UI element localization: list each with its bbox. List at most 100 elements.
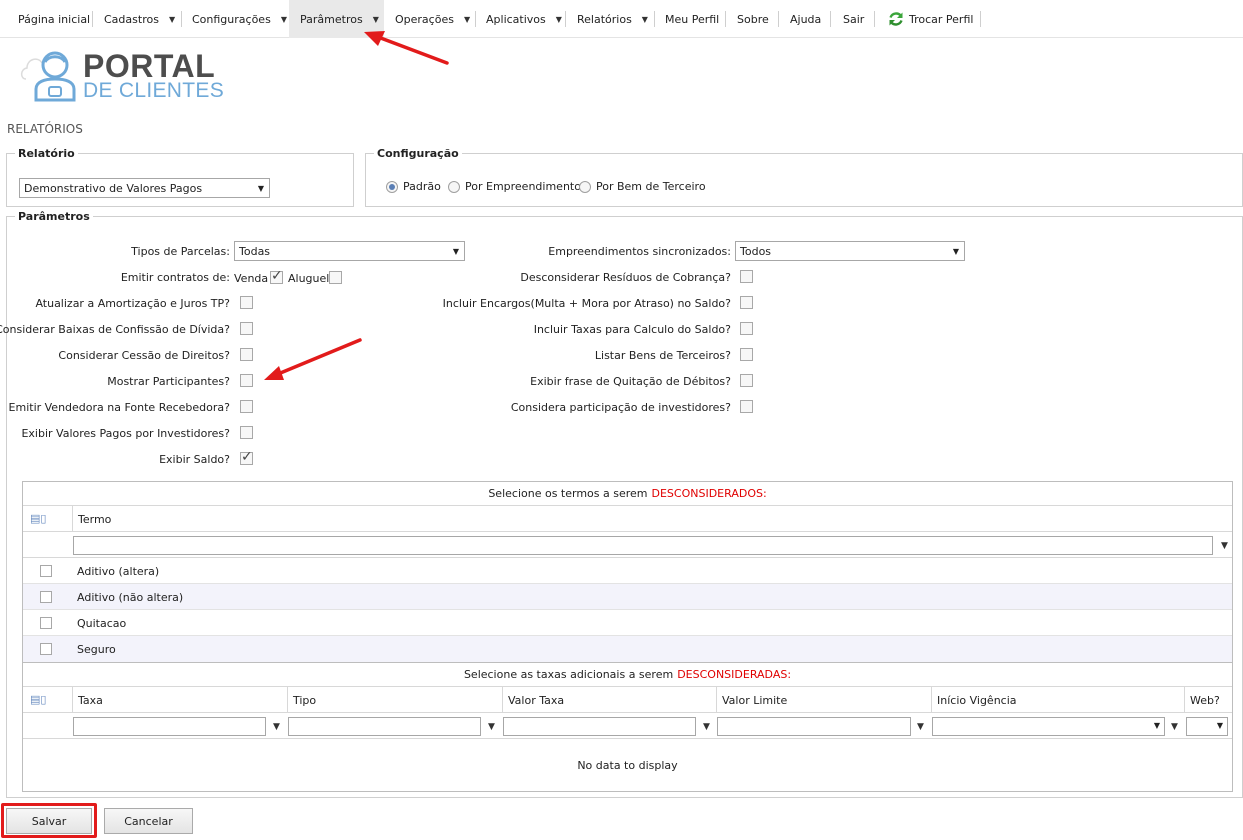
row-checkbox[interactable]	[40, 565, 52, 577]
taxes-grid-header: ▤▯ Taxa Tipo Valor Taxa Valor Limite Iní…	[23, 687, 1232, 713]
menu-separator	[654, 11, 655, 27]
menu-aplicativos[interactable]: Aplicativos ▼	[486, 0, 562, 38]
cancel-button[interactable]: Cancelar	[104, 808, 193, 834]
menu-separator	[980, 11, 981, 27]
radio-padrao[interactable]: Padrão	[386, 180, 441, 193]
menu-trocar-perfil[interactable]: Trocar Perfil	[888, 0, 973, 38]
menu-sobre[interactable]: Sobre	[737, 0, 769, 38]
termo-filter-input[interactable]	[73, 536, 1213, 555]
tipos-parcelas-select[interactable]: Todas ▼	[234, 241, 465, 261]
column-chooser-icon[interactable]: ▤▯	[30, 512, 46, 525]
menu-separator	[830, 11, 831, 27]
mostrar-participantes-checkbox[interactable]	[240, 374, 253, 387]
inicio-vigencia-filter-input[interactable]: ▼	[932, 717, 1165, 736]
baixas-confissao-checkbox[interactable]	[240, 322, 253, 335]
empreendimentos-select[interactable]: Todos ▼	[735, 241, 965, 261]
residuos-cobranca-checkbox[interactable]	[740, 270, 753, 283]
param-left-label: Exibir Saldo?	[159, 453, 230, 466]
empty-message: No data to display	[577, 759, 678, 772]
row-checkbox[interactable]	[40, 643, 52, 655]
tipos-parcelas-label: Tipos de Parcelas:	[131, 245, 230, 258]
venda-checkbox[interactable]	[270, 268, 283, 284]
incluir-taxas-checkbox[interactable]	[740, 322, 753, 335]
venda-label: Venda	[234, 272, 269, 285]
menu-separator	[475, 11, 476, 27]
table-row[interactable]: Aditivo (altera)	[23, 558, 1232, 584]
refresh-icon	[889, 12, 903, 26]
menu-operacoes[interactable]: Operações ▼	[395, 0, 470, 38]
filter-icon[interactable]: ▼	[1221, 541, 1228, 551]
column-header-taxa[interactable]: Taxa	[72, 687, 287, 713]
report-legend: Relatório	[18, 147, 75, 160]
menu-separator	[92, 11, 93, 27]
atualizar-amortizacao-checkbox[interactable]	[240, 296, 253, 309]
menu-meu-perfil[interactable]: Meu Perfil	[665, 0, 719, 38]
valor-limite-filter-input[interactable]	[717, 717, 911, 736]
param-left-label: Atualizar a Amortização e Juros TP?	[35, 297, 230, 310]
emitir-vendedora-checkbox[interactable]	[240, 400, 253, 413]
param-right-label: Considera participação de investidores?	[510, 401, 731, 414]
participacao-investidores-checkbox[interactable]	[740, 400, 753, 413]
web-filter-select[interactable]: ▼	[1186, 717, 1228, 736]
radio-por-bem-terceiro[interactable]: Por Bem de Terceiro	[579, 180, 706, 193]
filter-icon[interactable]: ▼	[703, 722, 710, 732]
param-right-label: Incluir Taxas para Calculo do Saldo?	[533, 323, 731, 336]
terms-grid-title: Selecione os termos a serem DESCONSIDERAD…	[23, 482, 1232, 506]
filter-icon[interactable]: ▼	[917, 722, 924, 732]
column-header-inicio-vigencia[interactable]: Início Vigência	[931, 687, 1184, 713]
param-left-label: Mostrar Participantes?	[107, 375, 230, 388]
terms-grid-header: ▤▯ Termo	[23, 506, 1232, 532]
table-row[interactable]: Seguro	[23, 636, 1232, 662]
listar-bens-checkbox[interactable]	[740, 348, 753, 361]
column-header-valor-taxa[interactable]: Valor Taxa	[502, 687, 716, 713]
valores-investidores-checkbox[interactable]	[240, 426, 253, 439]
params-legend: Parâmetros	[18, 210, 90, 223]
report-fieldset: Relatório	[6, 147, 354, 207]
menu-separator	[181, 11, 182, 27]
filter-icon[interactable]: ▼	[273, 722, 280, 732]
terms-filter-row: ▼	[23, 532, 1232, 558]
menu-sair[interactable]: Sair	[843, 0, 864, 38]
menu-parametros[interactable]: Parâmetros ▼	[289, 0, 384, 38]
aluguel-checkbox[interactable]	[329, 271, 342, 284]
client-avatar-icon	[20, 51, 76, 102]
column-header-web[interactable]: Web?	[1184, 687, 1232, 713]
chevron-down-icon: ▼	[372, 14, 379, 24]
row-checkbox[interactable]	[40, 617, 52, 629]
menu-separator	[778, 11, 779, 27]
chevron-down-icon: ▼	[1216, 721, 1223, 730]
chevron-down-icon: ▼	[257, 184, 264, 193]
terms-grid: Selecione os termos a serem DESCONSIDERAD…	[22, 481, 1233, 663]
column-header-tipo[interactable]: Tipo	[287, 687, 502, 713]
menu-home[interactable]: Página inicial	[18, 0, 90, 38]
radio-por-empreendimento[interactable]: Por Empreendimento	[448, 180, 581, 193]
column-chooser-icon[interactable]: ▤▯	[30, 693, 46, 706]
taxa-filter-input[interactable]	[73, 717, 266, 736]
report-select[interactable]: Demonstrativo de Valores Pagos ▼	[19, 178, 270, 198]
table-row[interactable]: Quitacao	[23, 610, 1232, 636]
valor-taxa-filter-input[interactable]	[503, 717, 696, 736]
column-header-valor-limite[interactable]: Valor Limite	[716, 687, 931, 713]
filter-icon[interactable]: ▼	[1171, 722, 1178, 732]
filter-icon[interactable]: ▼	[488, 722, 495, 732]
cessao-direitos-checkbox[interactable]	[240, 348, 253, 361]
taxes-filter-row: ▼ ▼ ▼ ▼ ▼ ▼ ▼	[23, 713, 1232, 739]
row-checkbox[interactable]	[40, 591, 52, 603]
param-left-label: Considerar Baixas de Confissão de Dívida…	[0, 323, 230, 336]
page-title: RELATÓRIOS	[7, 122, 83, 136]
incluir-encargos-checkbox[interactable]	[740, 296, 753, 309]
save-highlight-annotation	[1, 803, 97, 838]
table-row[interactable]: Aditivo (não altera)	[23, 584, 1232, 610]
exibir-saldo-checkbox[interactable]	[240, 449, 253, 465]
column-header-termo[interactable]: Termo	[72, 506, 1232, 532]
config-fieldset: Configuração	[365, 147, 1243, 207]
tipo-filter-input[interactable]	[288, 717, 481, 736]
menu-ajuda[interactable]: Ajuda	[790, 0, 821, 38]
chevron-down-icon: ▼	[463, 14, 471, 24]
chevron-down-icon: ▼	[1153, 721, 1160, 730]
frase-quitacao-checkbox[interactable]	[740, 374, 753, 387]
menu-configuracoes[interactable]: Configurações ▼	[192, 0, 287, 38]
taxes-grid: Selecione as taxas adicionais a serem DES…	[22, 662, 1233, 792]
menu-relatorios[interactable]: Relatórios ▼	[577, 0, 648, 38]
menu-cadastros[interactable]: Cadastros ▼	[104, 0, 175, 38]
